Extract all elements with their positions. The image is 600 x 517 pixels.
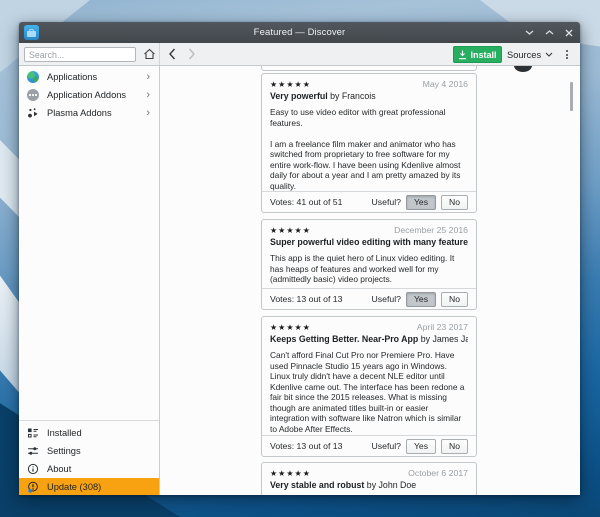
home-button[interactable] — [141, 45, 158, 63]
review-card: ★★★★★ April 23 2017 Keeps Getting Better… — [261, 316, 477, 457]
review-card: ★★★★★ October 6 2017 Very stable and rob… — [261, 462, 477, 495]
useful-no-button[interactable]: No — [441, 291, 468, 307]
back-button[interactable] — [165, 45, 179, 63]
review-author: by James Ja… — [420, 334, 468, 344]
useful-label: Useful? — [371, 197, 401, 207]
settings-icon — [27, 445, 39, 457]
download-icon — [459, 50, 467, 59]
minimize-icon[interactable] — [525, 29, 534, 36]
sidebar-item-installed[interactable]: Installed — [19, 424, 159, 442]
toolbar-separator — [159, 43, 160, 65]
partial-review-card — [261, 66, 477, 71]
home-icon — [144, 48, 155, 60]
useful-yes-button[interactable]: Yes — [405, 194, 436, 210]
desktop: Featured — Discover Install — [0, 0, 600, 517]
rating-stars: ★★★★★ — [270, 469, 311, 478]
window-title: Featured — Discover — [253, 27, 346, 38]
sidebar-separator — [19, 420, 159, 421]
chevron-down-icon — [545, 52, 553, 57]
sidebar-item-applications[interactable]: Applications › — [19, 68, 159, 86]
discover-window: Featured — Discover Install — [19, 22, 580, 495]
install-label: Install — [470, 49, 497, 60]
titlebar[interactable]: Featured — Discover — [19, 22, 580, 43]
review-footer: Votes: 41 out of 51 Useful? Yes No — [262, 191, 476, 212]
chevron-right-icon: › — [146, 70, 150, 83]
votes-text: Votes: 13 out of 13 — [270, 441, 343, 451]
install-button[interactable]: Install — [453, 46, 502, 63]
about-icon — [27, 463, 39, 475]
update-icon — [27, 481, 39, 493]
reviews-list: ★★★★★ May 4 2016 Very powerful by Franco… — [160, 66, 580, 495]
sidebar-item-update[interactable]: Update (308) — [19, 478, 159, 495]
discover-app-icon — [24, 25, 39, 40]
votes-text: Votes: 41 out of 51 — [270, 197, 343, 207]
review-body: This app is the quiet hero of Linux vide… — [270, 253, 455, 284]
discover-app-icon-bag — [27, 31, 36, 37]
overflow-menu-icon — [566, 50, 568, 52]
votes-text: Votes: 13 out of 13 — [270, 294, 343, 304]
addons-icon — [27, 89, 39, 101]
review-author: by Francois — [327, 91, 376, 101]
scroll-top-indicator[interactable] — [514, 66, 532, 72]
useful-no-button[interactable]: No — [441, 194, 468, 210]
sidebar: Applications › Application Addons › Plas… — [19, 66, 160, 495]
toolbar: Install Sources — [19, 43, 580, 66]
useful-no-button[interactable]: No — [441, 438, 468, 454]
useful-label: Useful? — [371, 294, 401, 304]
useful-yes-button[interactable]: Yes — [405, 438, 436, 454]
sidebar-item-application-addons[interactable]: Application Addons › — [19, 86, 159, 104]
search-input[interactable] — [24, 47, 136, 62]
forward-icon — [188, 48, 195, 60]
overflow-menu-button[interactable] — [560, 46, 574, 63]
review-card: ★★★★★ December 25 2016 Super powerful vi… — [261, 219, 477, 310]
chevron-right-icon: › — [146, 106, 150, 119]
review-title: Very powerful by Francois — [270, 91, 376, 101]
useful-yes-button[interactable]: Yes — [405, 291, 436, 307]
review-title: Super powerful video editing with many f… — [270, 237, 468, 247]
review-author: by John Doe — [364, 480, 417, 490]
review-footer: Votes: 13 out of 13 Useful? Yes No — [262, 288, 476, 309]
review-footer: Votes: 13 out of 13 Useful? Yes No — [262, 435, 476, 456]
review-body: Can't afford Final Cut Pro nor Premiere … — [270, 350, 465, 434]
maximize-icon[interactable] — [545, 29, 554, 36]
sidebar-item-plasma-addons[interactable]: Plasma Addons › — [19, 104, 159, 122]
review-body: Easy to use video editor with great prof… — [270, 107, 461, 191]
chevron-right-icon: › — [146, 88, 150, 101]
review-title: Very stable and robust by John Doe — [270, 480, 417, 490]
useful-label: Useful? — [371, 441, 401, 451]
sidebar-item-settings[interactable]: Settings — [19, 442, 159, 460]
sources-button[interactable]: Sources — [507, 45, 553, 64]
review-date: April 23 2017 — [416, 322, 468, 332]
close-icon[interactable] — [565, 29, 573, 37]
installed-icon — [27, 427, 39, 439]
review-date: May 4 2016 — [422, 79, 468, 89]
sources-label: Sources — [507, 49, 542, 60]
review-title: Keeps Getting Better. Near-Pro App by Ja… — [270, 334, 468, 345]
vertical-scrollbar[interactable] — [570, 82, 573, 111]
back-icon — [169, 48, 176, 60]
sidebar-item-about[interactable]: About — [19, 460, 159, 478]
review-card: ★★★★★ May 4 2016 Very powerful by Franco… — [261, 73, 477, 213]
plasma-icon — [27, 107, 39, 119]
rating-stars: ★★★★★ — [270, 323, 311, 332]
rating-stars: ★★★★★ — [270, 80, 311, 89]
globe-icon — [27, 71, 39, 83]
review-date: October 6 2017 — [408, 468, 468, 478]
forward-button[interactable] — [185, 45, 199, 63]
rating-stars: ★★★★★ — [270, 226, 311, 235]
review-date: December 25 2016 — [394, 225, 468, 235]
